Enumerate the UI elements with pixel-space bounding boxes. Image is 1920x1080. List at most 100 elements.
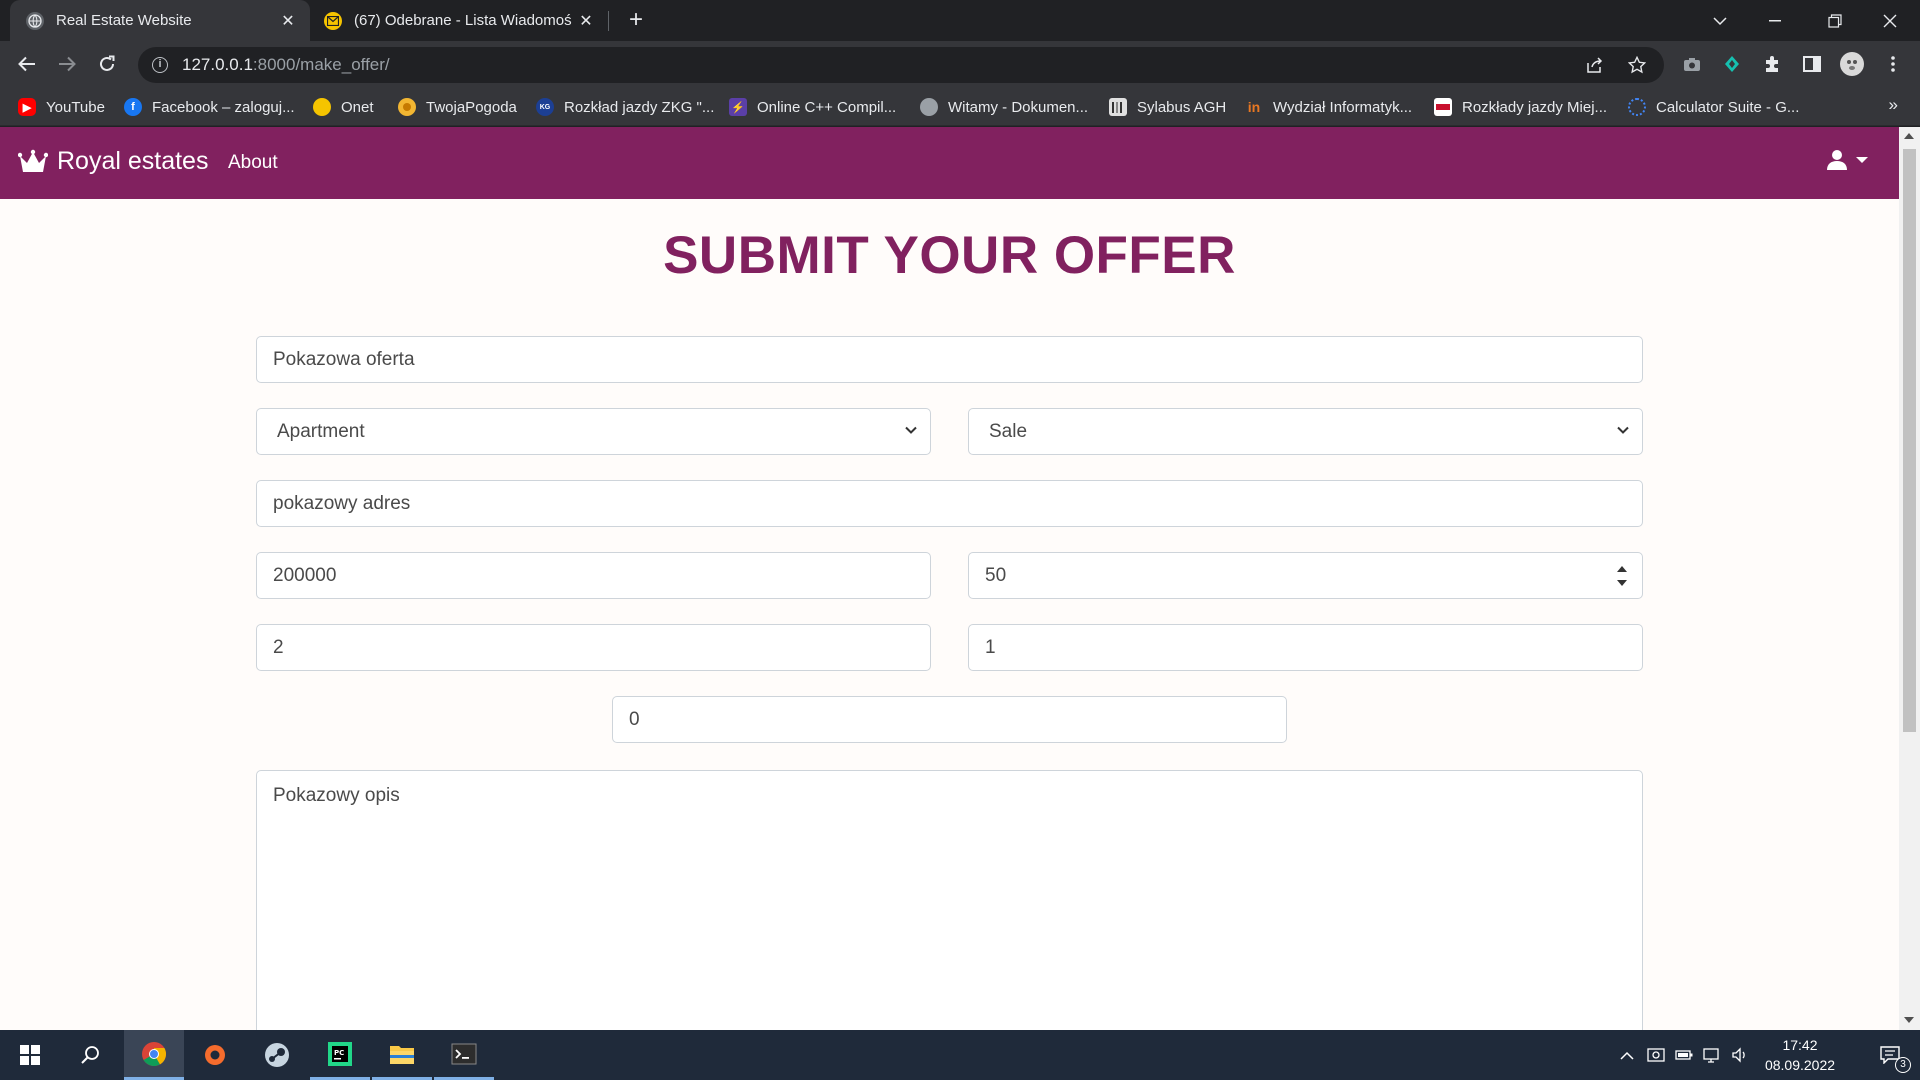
steam-icon [265,1043,289,1067]
mail-icon [324,11,342,30]
offer-type-select[interactable]: Sale [968,408,1643,455]
bookmark-label: Facebook – zaloguj... [152,98,295,116]
address-input[interactable]: pokazowy adres [256,480,1643,527]
bookmark-label: Rozkłady jazdy Miej... [1462,98,1608,116]
bookmark-wydzial[interactable]: in Wydział Informatyk... [1245,95,1412,119]
security-tray-icon[interactable] [1643,1030,1669,1080]
browser-toolbar: i 127.0.0.1 :8000/make_offer/ [0,41,1920,88]
camera-extension-icon[interactable] [1675,47,1709,81]
tab-search-chevron-icon[interactable] [1690,0,1750,41]
forward-button[interactable] [50,47,84,81]
search-button[interactable] [60,1030,120,1080]
search-icon [81,1046,99,1064]
close-tab-icon[interactable]: ✕ [274,7,302,35]
extra-number-input[interactable]: 0 [612,696,1287,743]
battery-icon[interactable] [1671,1030,1697,1080]
area-number-input[interactable]: 50 [968,552,1643,599]
bookmark-label: Calculator Suite - G... [1656,98,1800,116]
bookmark-onet[interactable]: Onet [313,95,374,119]
share-icon[interactable] [1580,50,1610,80]
taskbar-chrome[interactable] [124,1030,184,1080]
bookmark-label: Rozkład jazdy ZKG "... [564,98,715,116]
volume-icon[interactable] [1727,1030,1753,1080]
bookmarks-overflow-icon[interactable]: » [1889,95,1898,115]
terminal-icon [451,1043,477,1064]
bookmarks-bar: ▶ YouTube f Facebook – zaloguj... Onet T… [0,88,1920,126]
bookmark-zkg[interactable]: KG Rozkład jazdy ZKG "... [536,95,714,119]
floor-input[interactable]: 1 [968,624,1643,671]
spin-up-icon[interactable] [1616,564,1628,573]
number-spinner[interactable] [1616,564,1628,588]
tab-divider [608,11,609,31]
property-type-select[interactable]: Apartment [256,408,931,455]
bookmark-witamy[interactable]: Witamy - Dokumen... [920,95,1088,119]
side-panel-icon[interactable] [1795,47,1829,81]
user-menu-dropdown[interactable] [1826,149,1868,171]
crown-icon [18,149,48,172]
price-input[interactable]: 200000 [256,552,931,599]
rooms-input[interactable]: 2 [256,624,931,671]
tab-mail[interactable]: (67) Odebrane - Lista Wiadomości ✕ [312,0,608,41]
bookmark-cpp-compiler[interactable]: ⚡ Online C++ Compil... [729,95,896,119]
start-button[interactable] [0,1030,60,1080]
scroll-up-arrow-icon[interactable] [1904,133,1914,139]
input-value: 50 [985,564,1007,586]
textarea-value: Pokazowy opis [273,785,400,806]
bus-icon: KG [536,98,554,116]
browser-tab-strip: Real Estate Website ✕ (67) Odebrane - Li… [0,0,1920,41]
bookmark-label: YouTube [46,98,105,116]
scroll-down-arrow-icon[interactable] [1904,1017,1914,1023]
extensions-puzzle-icon[interactable] [1755,47,1789,81]
chrome-menu-icon[interactable] [1876,47,1910,81]
bookmark-twojapogoda[interactable]: TwojaPogoda [398,95,517,119]
taskbar-steam[interactable] [247,1030,307,1080]
windows-taskbar: PC 17:42 08.09.2022 3 [0,1030,1920,1080]
brand-link[interactable]: Royal estates [18,147,208,176]
bookmark-youtube[interactable]: ▶ YouTube [18,95,105,119]
close-tab-icon[interactable]: ✕ [572,7,600,35]
chevron-down-icon [905,426,917,434]
minimize-button[interactable] [1745,0,1805,41]
mpk-icon [1434,98,1452,116]
youtube-icon: ▶ [18,98,36,116]
offer-title-input[interactable]: Pokazowa oferta [256,336,1643,383]
bookmark-sylabus[interactable]: Sylabus AGH [1109,95,1226,119]
chevron-down-icon [1617,426,1629,434]
nav-about-link[interactable]: About [228,152,278,174]
bookmark-calculator[interactable]: Calculator Suite - G... [1628,95,1799,119]
spin-down-icon[interactable] [1616,579,1628,588]
close-window-button[interactable] [1860,0,1920,41]
taskbar-clock[interactable]: 17:42 08.09.2022 [1760,1035,1840,1075]
scrollbar-thumb[interactable] [1903,149,1916,732]
onet-icon [313,98,331,116]
restore-button[interactable] [1805,0,1865,41]
select-value: Apartment [277,420,365,442]
action-center-button[interactable]: 3 [1865,1030,1915,1080]
facebook-icon: f [124,98,142,116]
network-icon[interactable] [1699,1030,1725,1080]
extension-icon[interactable] [1715,47,1749,81]
site-info-icon[interactable]: i [152,57,168,73]
new-tab-button[interactable]: + [622,6,650,34]
bookmark-facebook[interactable]: f Facebook – zaloguj... [124,95,295,119]
select-value: Sale [989,420,1028,442]
taskbar-pycharm[interactable]: PC [310,1030,370,1080]
user-icon [1827,150,1847,170]
page-scrollbar[interactable] [1899,127,1920,1030]
reload-button[interactable] [90,47,124,81]
tab-real-estate[interactable]: Real Estate Website ✕ [10,0,310,41]
pycharm-icon: PC [328,1041,352,1066]
weather-icon [398,98,416,116]
profile-avatar[interactable] [1835,47,1869,81]
taskbar-origin[interactable] [185,1030,245,1080]
bookmark-rozklady[interactable]: Rozkłady jazdy Miej... [1434,95,1607,119]
bookmark-star-icon[interactable] [1622,50,1652,80]
address-bar[interactable]: i 127.0.0.1 :8000/make_offer/ [138,47,1664,83]
taskbar-terminal[interactable] [434,1030,494,1080]
taskbar-file-explorer[interactable] [372,1030,432,1080]
svg-text:PC: PC [334,1049,344,1057]
origin-icon [205,1045,225,1065]
tray-overflow-chevron-icon[interactable] [1615,1030,1639,1080]
back-button[interactable] [10,47,44,81]
description-textarea[interactable]: Pokazowy opis [256,770,1643,1030]
